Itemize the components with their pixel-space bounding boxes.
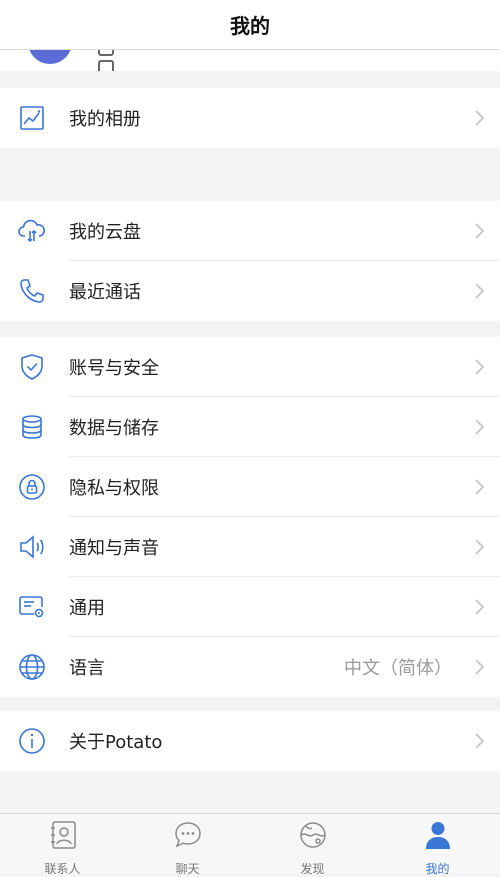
avatar[interactable]: [28, 50, 72, 64]
photo-album-icon: [18, 104, 46, 132]
section-album: 我的相册: [0, 88, 500, 148]
discover-icon: [297, 820, 329, 850]
tab-discover[interactable]: 发现: [250, 814, 375, 876]
chevron-right-icon: [474, 283, 485, 299]
menu-item-cloud-drive[interactable]: 我的云盘: [0, 201, 500, 261]
person-icon: [422, 820, 454, 850]
phone-icon: [18, 277, 46, 305]
menu-item-album[interactable]: 我的相册: [0, 88, 500, 148]
menu-item-label: 关于Potato: [69, 732, 163, 753]
menu-item-privacy[interactable]: 隐私与权限: [0, 457, 500, 517]
chevron-right-icon: [474, 223, 485, 239]
speaker-icon: [18, 533, 46, 561]
tab-contacts[interactable]: 联系人: [0, 814, 125, 876]
chevron-right-icon: [474, 733, 485, 749]
menu-item-data-storage[interactable]: 数据与储存: [0, 397, 500, 457]
menu-item-label: 语言: [69, 658, 105, 679]
tab-me[interactable]: 我的: [375, 814, 500, 876]
menu-item-about[interactable]: 关于Potato: [0, 711, 500, 771]
chat-icon: [172, 820, 204, 850]
profile-header[interactable]: [0, 50, 500, 71]
chevron-right-icon: [474, 110, 485, 126]
nav-bar: 我的: [0, 0, 500, 50]
chevron-right-icon: [474, 419, 485, 435]
menu-item-label: 数据与储存: [69, 418, 159, 439]
cloud-drive-icon: [18, 217, 46, 245]
chevron-right-icon: [474, 539, 485, 555]
profile-name-peek: [98, 50, 134, 71]
menu-item-general[interactable]: 通用: [0, 577, 500, 637]
tab-chat[interactable]: 聊天: [125, 814, 250, 876]
section-about: 关于Potato: [0, 711, 500, 771]
language-value: 中文（简体）: [344, 658, 452, 679]
tab-bar: 联系人 聊天 发现 我的: [0, 813, 500, 876]
menu-item-label: 最近通话: [69, 282, 141, 303]
tab-label: 聊天: [175, 862, 200, 876]
menu-item-label: 账号与安全: [69, 358, 159, 379]
tab-label: 我的: [425, 862, 450, 876]
database-icon: [18, 413, 46, 441]
menu-item-label: 通用: [69, 598, 105, 619]
menu-item-language[interactable]: 语言 中文（简体）: [0, 637, 500, 697]
lock-icon: [18, 473, 46, 501]
menu-item-notifications[interactable]: 通知与声音: [0, 517, 500, 577]
shield-icon: [18, 353, 46, 381]
info-icon: [18, 727, 46, 755]
page-title: 我的: [230, 14, 270, 38]
menu-item-label: 我的云盘: [69, 222, 141, 243]
chevron-right-icon: [474, 359, 485, 375]
section-cloud-calls: 我的云盘 最近通话: [0, 201, 500, 321]
contacts-icon: [47, 820, 79, 850]
menu-item-recent-calls[interactable]: 最近通话: [0, 261, 500, 321]
chevron-right-icon: [474, 659, 485, 675]
menu-item-account-security[interactable]: 账号与安全: [0, 337, 500, 397]
chevron-right-icon: [474, 599, 485, 615]
globe-icon: [18, 653, 46, 681]
chevron-right-icon: [474, 479, 485, 495]
menu-item-label: 隐私与权限: [69, 478, 159, 499]
menu-item-label: 我的相册: [69, 109, 141, 130]
tab-label: 联系人: [44, 862, 81, 876]
menu-item-label: 通知与声音: [69, 538, 159, 559]
settings-card-icon: [18, 593, 46, 621]
section-settings: 账号与安全 数据与储存 隐私与权限 通知与声音 通用 语言 中文（简体）: [0, 337, 500, 697]
tab-label: 发现: [300, 862, 325, 876]
